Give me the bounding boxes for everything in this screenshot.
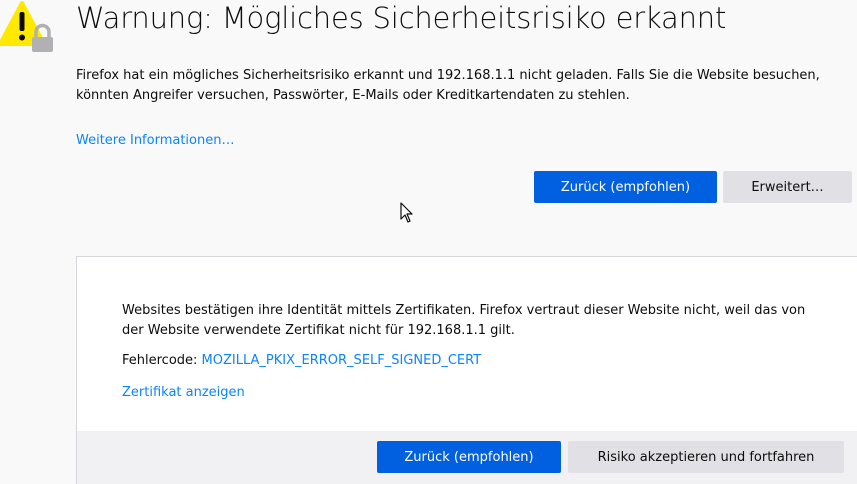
page-title: Warnung: Mögliches Sicherheitsrisiko erk… [76, 1, 727, 35]
view-certificate-link[interactable]: Zertifikat anzeigen [122, 383, 245, 403]
accept-risk-button[interactable]: Risiko akzeptieren und fortfahren [568, 441, 844, 473]
intro-text: Firefox hat ein mögliches Sicherheitsris… [76, 68, 820, 103]
panel-back-button[interactable]: Zurück (empfohlen) [377, 441, 561, 473]
back-button[interactable]: Zurück (empfohlen) [534, 171, 717, 203]
advanced-panel: Websites bestätigen ihre Identität mitte… [76, 256, 857, 484]
error-code-label: Fehlercode: [122, 353, 202, 368]
advanced-panel-footer: Zurück (empfohlen) Risiko akzeptieren un… [77, 431, 857, 484]
mouse-cursor-icon [400, 202, 413, 223]
more-info-link[interactable]: Weitere Informationen… [76, 131, 234, 151]
error-code-link[interactable]: MOZILLA_PKIX_ERROR_SELF_SIGNED_CERT [202, 353, 482, 368]
advanced-button[interactable]: Erweitert… [723, 171, 852, 203]
error-code-line: Fehlercode: MOZILLA_PKIX_ERROR_SELF_SIGN… [122, 351, 481, 371]
warning-lock-icon [0, 1, 53, 52]
advanced-panel-text: Websites bestätigen ihre Identität mitte… [122, 303, 806, 338]
